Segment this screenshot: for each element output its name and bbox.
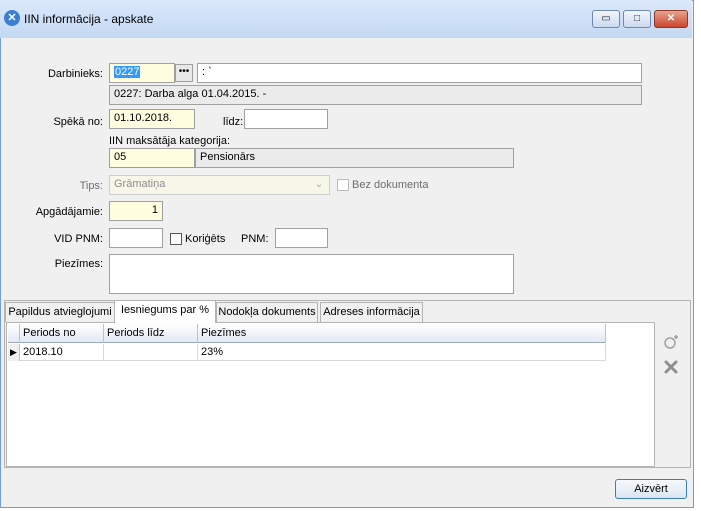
minimize-button[interactable]: ▭ [592,10,620,28]
kategorija-label: IIN maksātāja kategorija: [109,135,231,147]
add-icon[interactable] [662,333,680,351]
speka-no-field[interactable]: 01.10.2018. [109,109,195,129]
tips-select[interactable]: Grāmatiņa [109,175,330,195]
maximize-button[interactable]: □ [623,10,651,28]
table-cell-piezimes[interactable]: 23% [198,344,606,361]
column-periods-no[interactable]: Periods no [20,324,104,343]
tab-papildus-atvieglojumi[interactable]: Papildus atvieglojumi [5,302,115,322]
tips-label: Tips: [79,180,103,192]
lidz-label: līdz: [223,116,244,128]
delete-icon[interactable] [662,358,680,376]
apgadajamie-field[interactable]: 1 [109,201,163,221]
app-icon: ✕ [4,10,20,26]
piezimes-label: Piezīmes: [54,258,103,270]
darbinieks-name-field[interactable]: : ` [197,63,642,83]
koriggets-checkbox[interactable] [170,233,182,245]
lidz-field[interactable] [244,109,328,129]
tab-nodokla-dokuments[interactable]: Nodokļa dokuments [216,302,318,322]
pnm-label: PNM: [241,233,269,245]
darbinieks-info-field: 0227: Darba alga 01.04.2015. - [109,85,642,105]
vid-pnm-field[interactable] [109,228,163,248]
column-periods-lidz[interactable]: Periods līdz [104,324,198,343]
close-button[interactable]: Aizvērt [615,479,687,499]
kategorija-code-field[interactable]: 05 [109,148,195,168]
piezimes-textarea[interactable] [109,254,514,294]
speka-no-label: Spēkā no: [53,116,103,128]
tab-iesniegums-par-procentiem[interactable]: Iesniegums par % [114,300,216,323]
koriggets-label: Koriģēts [185,233,226,245]
darbinieks-code-field[interactable]: 0227 [109,63,175,83]
table-cell-periods-lidz[interactable] [104,344,198,361]
pnm-field[interactable] [275,228,328,248]
darbinieks-lookup-button[interactable]: ••• [175,64,193,82]
bez-dokumenta-label: Bez dokumenta [352,179,429,191]
bez-dokumenta-checkbox[interactable] [337,179,349,191]
vid-pnm-label: VID PNM: [54,233,103,245]
window-title: IIN informācija - apskate [24,12,154,26]
darbinieks-label: Darbinieks: [47,68,103,80]
grid-row-selector-header [8,324,20,343]
tab-adreses-informacija[interactable]: Adreses informācija [320,302,423,322]
current-row-icon: ▶ [8,344,20,361]
tips-select-value: Grāmatiņa [114,178,166,190]
column-piezimes[interactable]: Piezīmes [198,324,606,343]
table-cell-periods-no[interactable]: 2018.10 [20,344,104,361]
close-window-button[interactable]: ✕ [654,10,688,28]
chevron-down-icon[interactable]: ⌄ [312,177,326,193]
apgadajamie-label: Apgādājamie: [35,206,103,218]
darbinieks-code-value: 0227 [114,66,141,78]
kategorija-name-field: Pensionārs [195,148,514,168]
